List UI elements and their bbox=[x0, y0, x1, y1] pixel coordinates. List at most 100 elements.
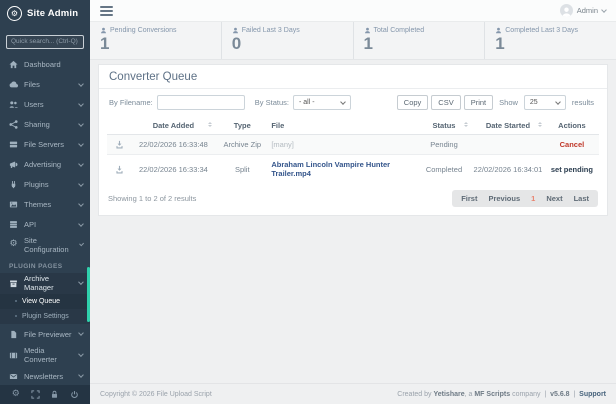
sort-icon bbox=[208, 122, 212, 127]
by-status-label: By Status: bbox=[255, 98, 289, 107]
users-icon bbox=[9, 100, 18, 109]
chevron-down-icon bbox=[79, 241, 84, 246]
bullet-icon bbox=[15, 300, 17, 302]
page-size-value: 25 bbox=[530, 99, 550, 106]
set-pending-action-link[interactable]: set pending bbox=[551, 165, 593, 174]
sidebar-subitem-view-queue[interactable]: View Queue bbox=[0, 294, 90, 309]
filter-row: By Filename: By Status: - all - Copy CSV… bbox=[99, 89, 607, 115]
stat-total-completed: Total Completed 1 bbox=[353, 22, 485, 59]
copyright-text: Copyright © 2026 File Upload Script bbox=[100, 391, 212, 398]
fullscreen-icon[interactable] bbox=[29, 389, 41, 401]
sidebar-item-api[interactable]: API bbox=[0, 215, 90, 235]
stat-completed-last-3-days: Completed Last 3 Days 1 bbox=[484, 22, 616, 59]
stat-label: Completed Last 3 Days bbox=[505, 27, 578, 34]
status-select[interactable]: - all - bbox=[293, 95, 351, 110]
sidebar-item-file-servers[interactable]: File Servers bbox=[0, 135, 90, 155]
sidebar-item-themes[interactable]: Themes bbox=[0, 195, 90, 215]
file-icon bbox=[9, 330, 18, 339]
file-link[interactable]: Abraham Lincoln Vampire Hunter Trailer.m… bbox=[271, 160, 390, 178]
chevron-down-icon bbox=[78, 351, 83, 356]
chevron-down-icon bbox=[78, 330, 84, 336]
support-link[interactable]: Support bbox=[579, 391, 606, 398]
column-header-date-added[interactable]: Date Added bbox=[132, 117, 216, 135]
download-icon[interactable] bbox=[109, 140, 130, 149]
cell-date-started: 22/02/2026 16:34:01 bbox=[471, 155, 545, 184]
download-icon[interactable] bbox=[109, 165, 130, 174]
user-icon bbox=[100, 27, 107, 34]
cell-file: [many] bbox=[271, 140, 294, 149]
content: Converter Queue By Filename: By Status: … bbox=[90, 60, 616, 216]
chevron-down-icon bbox=[555, 99, 561, 105]
sidebar-item-site-configuration[interactable]: ⚙ Site Configuration bbox=[0, 235, 90, 255]
company-link[interactable]: MF Scripts bbox=[474, 391, 510, 398]
page-size-select[interactable]: 25 bbox=[524, 95, 566, 110]
sidebar-item-users[interactable]: Users bbox=[0, 95, 90, 115]
column-header-file[interactable]: File bbox=[269, 117, 417, 135]
filename-filter-input[interactable] bbox=[157, 95, 245, 110]
sidebar-item-dashboard[interactable]: Dashboard bbox=[0, 55, 90, 75]
megaphone-icon bbox=[9, 160, 18, 169]
sidebar-item-media-converter[interactable]: Media Converter bbox=[0, 345, 90, 366]
quick-search-input[interactable] bbox=[6, 35, 84, 49]
credits-text: , a bbox=[465, 391, 475, 398]
lock-icon[interactable] bbox=[49, 389, 61, 401]
sidebar-item-label: File Servers bbox=[24, 140, 64, 149]
user-name: Admin bbox=[577, 6, 598, 15]
pagination-last[interactable]: Last bbox=[574, 194, 589, 203]
cancel-action-link[interactable]: Cancel bbox=[560, 140, 585, 149]
envelope-icon bbox=[9, 372, 18, 381]
menu-toggle-icon[interactable] bbox=[100, 6, 113, 16]
sidebar-item-file-previewer[interactable]: File Previewer bbox=[0, 324, 90, 345]
sidebar-subitem-plugin-settings[interactable]: Plugin Settings bbox=[0, 309, 90, 324]
pagination-next[interactable]: Next bbox=[546, 194, 562, 203]
sidebar-item-archive-manager[interactable]: Archive Manager bbox=[0, 273, 90, 294]
sidebar-item-label: Archive Manager bbox=[24, 274, 73, 292]
sidebar-item-newsletters[interactable]: Newsletters bbox=[0, 366, 90, 387]
chevron-down-icon bbox=[78, 141, 84, 147]
page-footer: Copyright © 2026 File Upload Script Crea… bbox=[90, 383, 616, 404]
plugin-pages-heading: PLUGIN PAGES bbox=[9, 263, 90, 270]
pagination-current-page[interactable]: 1 bbox=[531, 194, 535, 203]
stack-icon bbox=[9, 220, 18, 229]
cell-date-started bbox=[471, 135, 545, 155]
column-header-type[interactable]: Type bbox=[215, 117, 269, 135]
site-logo-icon: ⚙ bbox=[7, 6, 22, 21]
share-icon bbox=[9, 120, 18, 129]
user-menu[interactable]: Admin bbox=[560, 4, 606, 17]
stat-label: Failed Last 3 Days bbox=[242, 27, 300, 34]
pagination-first[interactable]: First bbox=[461, 194, 477, 203]
topbar: Admin bbox=[90, 0, 616, 22]
user-icon bbox=[232, 27, 239, 34]
gear-icon[interactable]: ⚙ bbox=[10, 389, 22, 401]
sidebar-item-plugins[interactable]: Plugins bbox=[0, 175, 90, 195]
table-footer: Showing 1 to 2 of 2 results First Previo… bbox=[99, 183, 607, 215]
sort-icon bbox=[464, 122, 468, 127]
panel-title: Converter Queue bbox=[99, 65, 607, 89]
chevron-down-icon bbox=[78, 161, 84, 167]
table-header-row: Date Added Type File Status Date Started… bbox=[107, 117, 599, 135]
chevron-down-icon bbox=[78, 81, 84, 87]
chevron-down-icon bbox=[601, 7, 607, 13]
sidebar-item-sharing[interactable]: Sharing bbox=[0, 115, 90, 135]
power-icon[interactable] bbox=[68, 389, 80, 401]
sidebar-subitem-label: Plugin Settings bbox=[22, 313, 69, 320]
icon-column-header bbox=[107, 117, 132, 135]
print-button[interactable]: Print bbox=[464, 95, 493, 110]
sidebar-item-files[interactable]: Files bbox=[0, 75, 90, 95]
stat-value: 0 bbox=[232, 35, 353, 52]
user-icon bbox=[495, 27, 502, 34]
cell-date-added: 22/02/2026 16:33:34 bbox=[132, 155, 216, 184]
copy-button[interactable]: Copy bbox=[397, 95, 429, 110]
pagination-previous[interactable]: Previous bbox=[488, 194, 520, 203]
table-row: 22/02/2026 16:33:48 Archive Zip [many] P… bbox=[107, 135, 599, 155]
created-by-text: Created by bbox=[397, 391, 433, 398]
sidebar-item-label: Dashboard bbox=[24, 60, 61, 69]
column-header-date-started[interactable]: Date Started bbox=[471, 117, 545, 135]
cell-type: Split bbox=[215, 155, 269, 184]
vendor-link[interactable]: Yetishare bbox=[433, 391, 464, 398]
sidebar-item-label: Sharing bbox=[24, 120, 50, 129]
sidebar-item-advertising[interactable]: Advertising bbox=[0, 155, 90, 175]
column-header-status[interactable]: Status bbox=[417, 117, 471, 135]
home-icon bbox=[9, 60, 18, 69]
csv-button[interactable]: CSV bbox=[431, 95, 460, 110]
